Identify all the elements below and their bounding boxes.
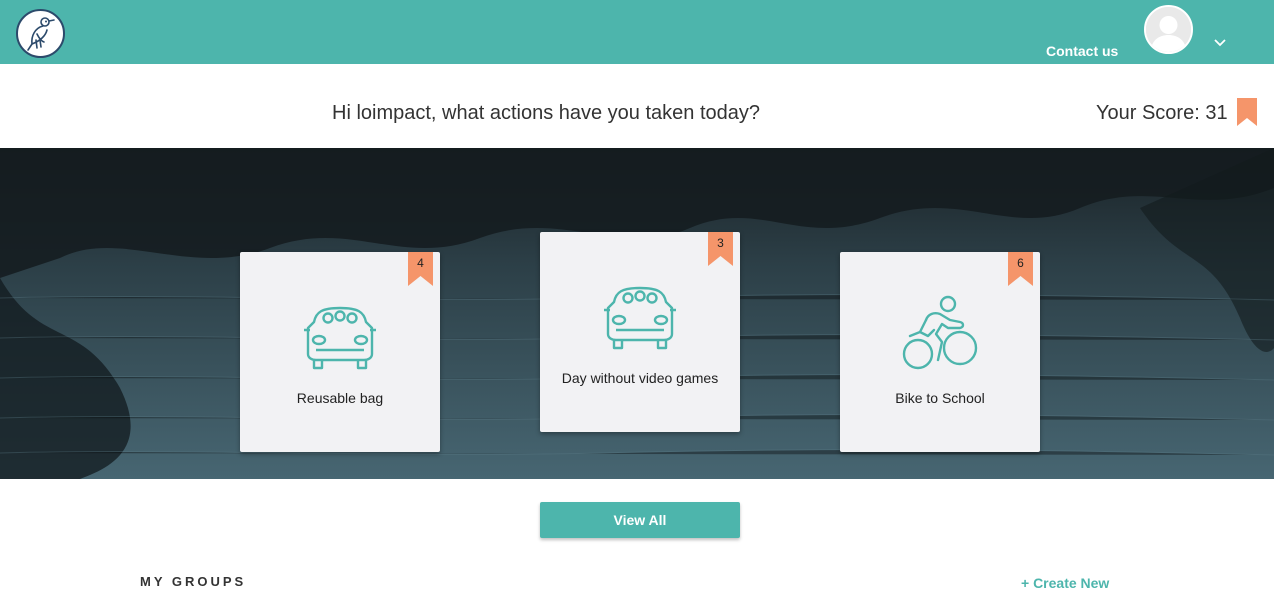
top-nav-bar: Contact us bbox=[0, 0, 1274, 64]
greeting-text: Hi loimpact, what actions have you taken… bbox=[332, 102, 761, 124]
view-all-button[interactable]: View All bbox=[540, 502, 740, 538]
car-icon bbox=[304, 306, 376, 370]
action-label: Day without video games bbox=[561, 370, 719, 386]
points-value: 3 bbox=[717, 236, 724, 250]
contact-us-link[interactable]: Contact us bbox=[1046, 43, 1118, 59]
action-label: Bike to School bbox=[895, 390, 985, 406]
bicycle-icon bbox=[902, 295, 978, 370]
score-ribbon-icon bbox=[1237, 98, 1257, 126]
action-card-reusable-bag[interactable]: 4 Reusable bag bbox=[240, 252, 440, 452]
action-card-day-without-video-games[interactable]: 3 Day without video games bbox=[540, 232, 740, 432]
create-new-group-link[interactable]: + Create New bbox=[1021, 575, 1109, 591]
points-value: 4 bbox=[417, 256, 424, 270]
my-groups-heading: MY GROUPS bbox=[140, 574, 247, 589]
greeting-row: Hi loimpact, what actions have you taken… bbox=[0, 64, 1274, 148]
bird-logo-icon[interactable] bbox=[16, 9, 65, 58]
score-label: Your Score: 31 bbox=[1096, 102, 1228, 124]
points-value: 6 bbox=[1017, 256, 1024, 270]
chevron-down-icon[interactable] bbox=[1212, 36, 1228, 50]
avatar-icon[interactable] bbox=[1144, 5, 1193, 54]
car-icon bbox=[604, 286, 676, 350]
action-label: Reusable bag bbox=[296, 390, 384, 406]
hero-banner: 4 Reusable bag 3 Day without video games… bbox=[0, 148, 1274, 479]
action-card-bike-to-school[interactable]: 6 Bike to School bbox=[840, 252, 1040, 452]
